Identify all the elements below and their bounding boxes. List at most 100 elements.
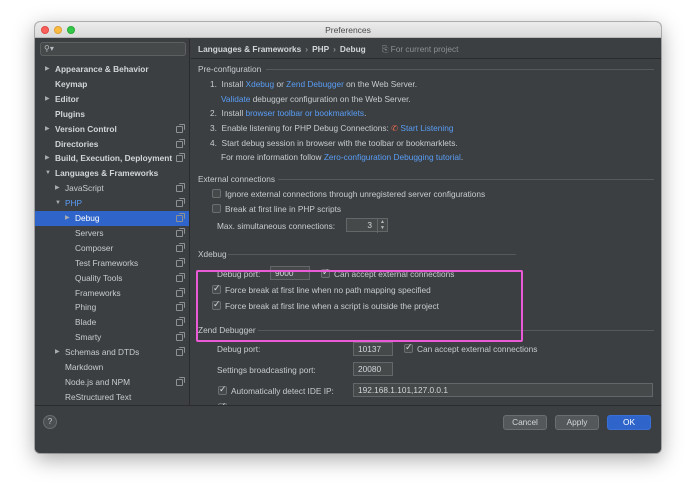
sidebar-item-label: Smarty [75,332,102,343]
dialog-button-bar: ? Cancel Apply OK [35,405,661,453]
sidebar-item-test-frameworks[interactable]: Test Frameworks [35,256,189,271]
sidebar-item-label: Debug [75,213,100,223]
zend-accept-external-label: Can accept external connections [417,344,538,354]
sidebar-item-label: Quality Tools [75,272,123,283]
sidebar-item-label: Frameworks [75,287,121,298]
zend-port-input[interactable]: 10137 [353,342,393,356]
chevron-right-icon[interactable]: ▶ [45,122,50,137]
sidebar-item-smarty[interactable]: Smarty [35,330,189,345]
sidebar-item-appearance-behavior[interactable]: ▶ Appearance & Behavior [35,62,189,77]
breadcrumb-separator: › [305,44,309,54]
section-divider [278,179,654,180]
chevron-right-icon[interactable]: ▶ [65,211,70,226]
sidebar-item-editor[interactable]: ▶ Editor [35,92,189,107]
xdebug-link[interactable]: Xdebug [246,79,275,89]
sidebar-item-label: Editor [55,93,79,104]
sidebar-item-php[interactable]: ▼ PHP [35,196,189,211]
sidebar-item-label: Keymap [55,78,88,89]
sidebar-item-label: Blade [75,317,97,328]
help-button[interactable]: ? [43,415,57,429]
sidebar-item-languages-frameworks[interactable]: ▼ Languages & Frameworks [35,166,189,181]
sidebar-item-directories[interactable]: Directories [35,137,189,152]
preconfig-step-3: 3. Enable listening for PHP Debug Connec… [210,123,454,133]
chevron-down-icon[interactable]: ▼ [55,196,61,211]
project-scope-icon [176,138,185,148]
stepper-arrows[interactable]: ▲ ▼ [377,219,387,233]
sidebar-item-frameworks[interactable]: Frameworks [35,286,189,301]
zend-accept-external-checkbox[interactable] [404,342,413,353]
break-first-line-checkbox[interactable] [212,204,221,213]
sidebar-item-plugins[interactable]: Plugins [35,107,189,122]
preconfig-step-1: 1. Install Xdebug or Zend Debugger on th… [210,79,418,89]
sidebar-item-version-control[interactable]: ▶ Version Control [35,122,189,137]
sidebar-item-composer[interactable]: Composer [35,241,189,256]
xdebug-highlight-box [196,270,523,342]
project-scope-icon [176,317,185,327]
project-scope-icon [176,302,185,312]
project-scope-icon [176,242,185,252]
zend-port-label: Debug port: [217,344,261,354]
sidebar-item-node-js-and-npm[interactable]: Node.js and NPM [35,375,189,390]
chevron-right-icon[interactable]: ▶ [45,62,50,77]
ide-ip-input[interactable]: 192.168.1.101,127.0.0.1 [353,383,653,397]
chevron-right-icon[interactable]: ▶ [45,151,50,166]
maximize-window-button[interactable] [67,26,75,34]
ignore-external-checkbox[interactable] [212,189,221,198]
xdebug-section-title: Xdebug [198,249,227,259]
sidebar-item-label: Languages & Frameworks [55,168,159,179]
sidebar-item-label: Test Frameworks [75,257,139,268]
sidebar-item-label: ReStructured Text [65,391,132,402]
chevron-right-icon[interactable]: ▶ [55,345,60,360]
sidebar-item-label: Build, Execution, Deployment [55,153,173,164]
sidebar-item-schemas-and-dtds[interactable]: ▶ Schemas and DTDs [35,345,189,360]
sidebar-item-phing[interactable]: Phing [35,300,189,315]
ok-button[interactable]: OK [607,415,651,430]
scope-label: ⎘ For current project [381,44,459,54]
start-listening-link[interactable]: Start Listening [400,123,453,133]
max-connections-label: Max. simultaneous connections: [217,221,336,231]
sidebar-item-restructured-text[interactable]: ReStructured Text [35,390,189,405]
detect-ide-ip-checkbox[interactable] [218,384,227,395]
preferences-window: Preferences ⚲▾ ▶ Appearance & Behavior Key… [35,22,661,453]
close-window-button[interactable] [41,26,49,34]
breadcrumb-divider [191,58,661,59]
sidebar-item-keymap[interactable]: Keymap [35,77,189,92]
max-connections-stepper[interactable]: 3 ▲ ▼ [346,218,388,233]
minimize-window-button[interactable] [54,26,62,34]
sidebar-item-build-execution-deployment[interactable]: ▶ Build, Execution, Deployment [35,151,189,166]
debug-settings-panel: Languages & Frameworks › PHP › Debug ⎘ For cu… [191,39,661,413]
sidebar-item-quality-tools[interactable]: Quality Tools [35,271,189,286]
project-scope-icon [176,272,185,282]
project-scope-icon [176,153,185,163]
cancel-button[interactable]: Cancel [503,415,547,430]
sidebar-item-label: Markdown [65,362,104,372]
broadcast-port-input[interactable]: 20080 [353,362,393,376]
settings-sidebar: ⚲▾ ▶ Appearance & Behavior Keymap ▶ Editor Pl… [35,39,190,405]
breadcrumb-languages: Languages & Frameworks [198,44,302,54]
zero-config-tutorial-link[interactable]: Zero-configuration Debugging tutorial [324,152,461,162]
chevron-right-icon[interactable]: ▶ [45,92,50,107]
chevron-down-icon[interactable]: ▼ [380,225,385,231]
sidebar-item-javascript[interactable]: ▶ JavaScript [35,181,189,196]
settings-search-input[interactable]: ⚲▾ [40,42,186,56]
sidebar-item-debug[interactable]: ▶ Debug [35,211,189,226]
chevron-right-icon[interactable]: ▶ [55,181,60,196]
sidebar-item-label: Version Control [55,123,117,134]
sidebar-item-label: Plugins [55,108,85,119]
sidebar-item-servers[interactable]: Servers [35,226,189,241]
phone-listen-icon: ✆ [391,123,399,133]
sidebar-item-markdown[interactable]: Markdown [35,360,189,375]
apply-button[interactable]: Apply [555,415,599,430]
chevron-down-icon[interactable]: ▼ [45,166,51,181]
preconfig-step-1b: Validate debugger configuration on the W… [221,94,411,104]
validate-link[interactable]: Validate [221,94,250,104]
preconfig-section-title: Pre-configuration [198,64,262,74]
sidebar-item-label: Phing [75,302,97,313]
browser-toolbar-link[interactable]: browser toolbar or bookmarklets [246,108,365,118]
zend-debugger-link[interactable]: Zend Debugger [286,79,344,89]
sidebar-item-blade[interactable]: Blade [35,315,189,330]
ignore-external-label: Ignore external connections through unre… [225,189,486,199]
project-scope-icon [176,213,185,222]
sidebar-item-label: Appearance & Behavior [55,64,149,74]
breadcrumb: Languages & Frameworks › PHP › Debug ⎘ For cu… [198,42,458,56]
